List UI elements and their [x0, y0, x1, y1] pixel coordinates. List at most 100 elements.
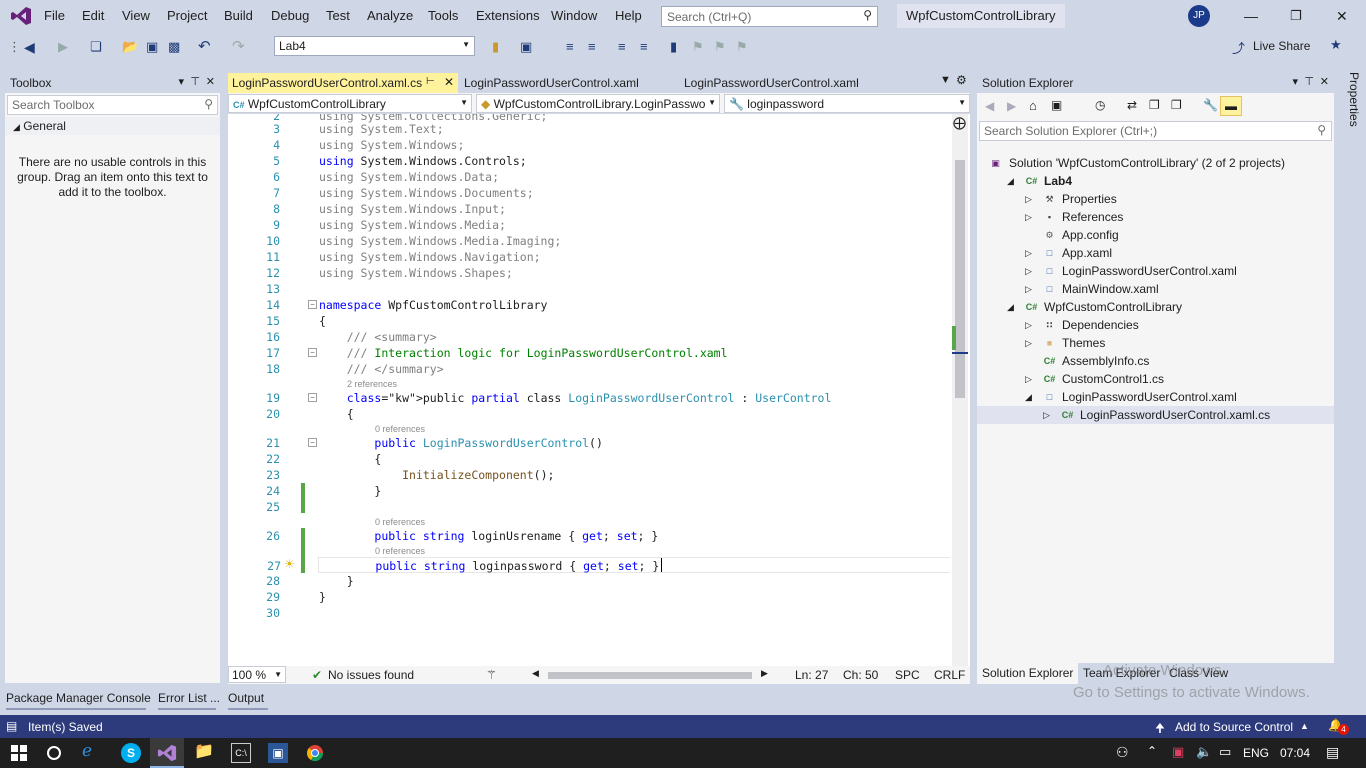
code-line[interactable]: 8 using System.Windows.Input;: [228, 201, 950, 217]
collapse-region-icon[interactable]: −: [308, 300, 317, 309]
global-search-input[interactable]: Search (Ctrl+Q) ⚲: [661, 6, 878, 27]
windows-start-icon[interactable]: [9, 743, 29, 763]
new-project-icon[interactable]: ❏: [90, 39, 102, 55]
line-number-status[interactable]: Ln: 27: [795, 668, 828, 682]
save-icon[interactable]: ▣: [146, 39, 158, 55]
code-line[interactable]: 9 using System.Windows.Media;: [228, 217, 950, 233]
tray-app-icon[interactable]: ▣: [1172, 744, 1184, 760]
comment-icon[interactable]: ≡: [618, 39, 626, 54]
code-lens-references[interactable]: 0 references: [375, 516, 425, 528]
visual-studio-taskbar-icon[interactable]: [157, 743, 177, 763]
preview-icon[interactable]: ▬: [1220, 96, 1242, 116]
close-icon[interactable]: ✕: [1336, 8, 1348, 25]
expand-arrow-icon[interactable]: ▷: [1025, 280, 1032, 298]
menu-edit[interactable]: Edit: [82, 8, 104, 23]
code-line[interactable]: 5 using System.Windows.Controls;: [228, 153, 950, 169]
scroll-left-icon[interactable]: ◀: [532, 668, 539, 679]
menu-build[interactable]: Build: [224, 8, 253, 23]
project-combo[interactable]: C# WpfCustomControlLibrary ▼: [228, 94, 472, 113]
tab-solution-explorer[interactable]: Solution Explorer: [977, 663, 1079, 684]
solution-explorer-search-input[interactable]: Search Solution Explorer (Ctrl+;) ⚲: [979, 121, 1332, 141]
save-all-icon[interactable]: ▩: [168, 39, 180, 55]
expand-arrow-icon[interactable]: ▷: [1025, 190, 1032, 208]
code-line[interactable]: 26 public string loginUsrename { get; se…: [228, 528, 950, 544]
collapse-arrow-icon[interactable]: ◢: [1007, 298, 1014, 316]
tree-item[interactable]: ▷ □ LoginPasswordUserControl.xaml: [977, 262, 1334, 280]
prev-bookmark-icon[interactable]: ⚑: [692, 39, 704, 55]
code-line[interactable]: 22 {: [228, 451, 950, 467]
pin-icon[interactable]: ⊤: [190, 75, 200, 88]
tab-xaml-cs[interactable]: LoginPasswordUserControl.xaml.cs ⊢ ✕: [228, 73, 458, 93]
code-line[interactable]: 11 using System.Windows.Navigation;: [228, 249, 950, 265]
code-line[interactable]: 4 using System.Windows;: [228, 137, 950, 153]
next-bookmark-icon[interactable]: ⚑: [714, 39, 726, 55]
step-into-icon[interactable]: ≡: [566, 39, 574, 54]
expand-arrow-icon[interactable]: ▷: [1025, 370, 1032, 388]
expand-arrow-icon[interactable]: ▷: [1025, 208, 1032, 226]
tree-item[interactable]: ▷ ▪ References: [977, 208, 1334, 226]
brush-icon[interactable]: ⚚: [486, 668, 497, 682]
file-explorer-icon[interactable]: 📁: [194, 741, 214, 761]
code-area[interactable]: 2 using System.Collections.Generic; 3 using…: [228, 114, 950, 666]
task-view-icon[interactable]: [44, 743, 64, 763]
collapse-all-icon[interactable]: ❐: [1149, 98, 1160, 112]
tree-item[interactable]: ◢ C# Lab4: [977, 172, 1334, 190]
skype-icon[interactable]: S: [121, 743, 141, 763]
expand-arrow-icon[interactable]: ▷: [1043, 406, 1050, 424]
tab-output[interactable]: Output: [228, 691, 264, 705]
toolbox-group-general[interactable]: ◢ General: [5, 117, 220, 135]
chrome-icon[interactable]: [305, 743, 325, 763]
network-icon[interactable]: ▭: [1219, 744, 1231, 760]
code-line[interactable]: 6 using System.Windows.Data;: [228, 169, 950, 185]
action-center-icon[interactable]: ▤: [1326, 744, 1339, 761]
code-line[interactable]: 13: [228, 281, 950, 297]
tab-xaml-1[interactable]: LoginPasswordUserControl.xaml: [460, 73, 678, 93]
line-ending-status[interactable]: CRLF: [934, 668, 965, 682]
column-status[interactable]: Ch: 50: [843, 668, 878, 682]
start-icon[interactable]: ▮: [492, 39, 499, 55]
menu-tools[interactable]: Tools: [428, 8, 458, 23]
editor-scroll-thumb[interactable]: [955, 160, 965, 398]
pin-icon[interactable]: ⊤: [1304, 75, 1314, 88]
tree-item[interactable]: ▷ C# CustomControl1.cs: [977, 370, 1334, 388]
sync-icon[interactable]: ⇄: [1127, 98, 1137, 112]
chevron-up-icon[interactable]: ⌃: [1147, 744, 1157, 758]
code-line[interactable]: 12 using System.Windows.Shapes;: [228, 265, 950, 281]
bookmark-icon[interactable]: ▮: [670, 39, 677, 55]
code-line[interactable]: 3 using System.Text;: [228, 121, 950, 137]
menu-window[interactable]: Window: [551, 8, 597, 23]
code-lens-references[interactable]: 0 references: [375, 423, 425, 435]
forward-icon[interactable]: ▶: [1007, 99, 1016, 113]
clock[interactable]: 07:04: [1280, 746, 1310, 760]
step-over-icon[interactable]: ≡: [588, 39, 596, 54]
collapse-region-icon[interactable]: −: [308, 393, 317, 402]
browser-link-icon[interactable]: ▣: [520, 39, 532, 55]
feedback-icon[interactable]: ★: [1330, 37, 1342, 53]
scroll-right-icon[interactable]: ▶: [761, 668, 768, 679]
command-prompt-icon[interactable]: C:\: [231, 743, 251, 763]
back-icon[interactable]: ◀: [985, 99, 994, 113]
collapse-arrow-icon[interactable]: ◢: [1007, 172, 1014, 190]
live-share-button[interactable]: Live Share: [1253, 39, 1310, 53]
expand-arrow-icon[interactable]: ▷: [1025, 316, 1032, 334]
close-icon[interactable]: ✕: [444, 75, 454, 89]
menu-view[interactable]: View: [122, 8, 150, 23]
tab-package-manager-console[interactable]: Package Manager Console: [6, 691, 151, 705]
gear-icon[interactable]: ⚙: [956, 73, 967, 87]
pin-icon[interactable]: ⊢: [426, 76, 435, 87]
properties-tab[interactable]: Properties: [1341, 72, 1361, 152]
menu-analyze[interactable]: Analyze: [367, 8, 413, 23]
expand-arrow-icon[interactable]: ▷: [1025, 244, 1032, 262]
add-to-source-control-button[interactable]: Add to Source Control: [1175, 720, 1293, 734]
issues-status[interactable]: No issues found: [328, 668, 414, 682]
chevron-down-icon[interactable]: ▾: [178, 75, 184, 88]
internet-explorer-icon[interactable]: ℯ: [82, 741, 102, 761]
redo-icon[interactable]: ↷: [232, 37, 245, 55]
menu-test[interactable]: Test: [326, 8, 350, 23]
code-editor[interactable]: 2 using System.Collections.Generic; 3 using…: [228, 114, 970, 666]
close-icon[interactable]: ✕: [1320, 75, 1329, 88]
code-line[interactable]: 15 {: [228, 313, 950, 329]
lightbulb-icon[interactable]: ☀: [284, 557, 295, 571]
open-folder-icon[interactable]: 📂: [122, 39, 138, 55]
uncomment-icon[interactable]: ≡: [640, 39, 648, 54]
